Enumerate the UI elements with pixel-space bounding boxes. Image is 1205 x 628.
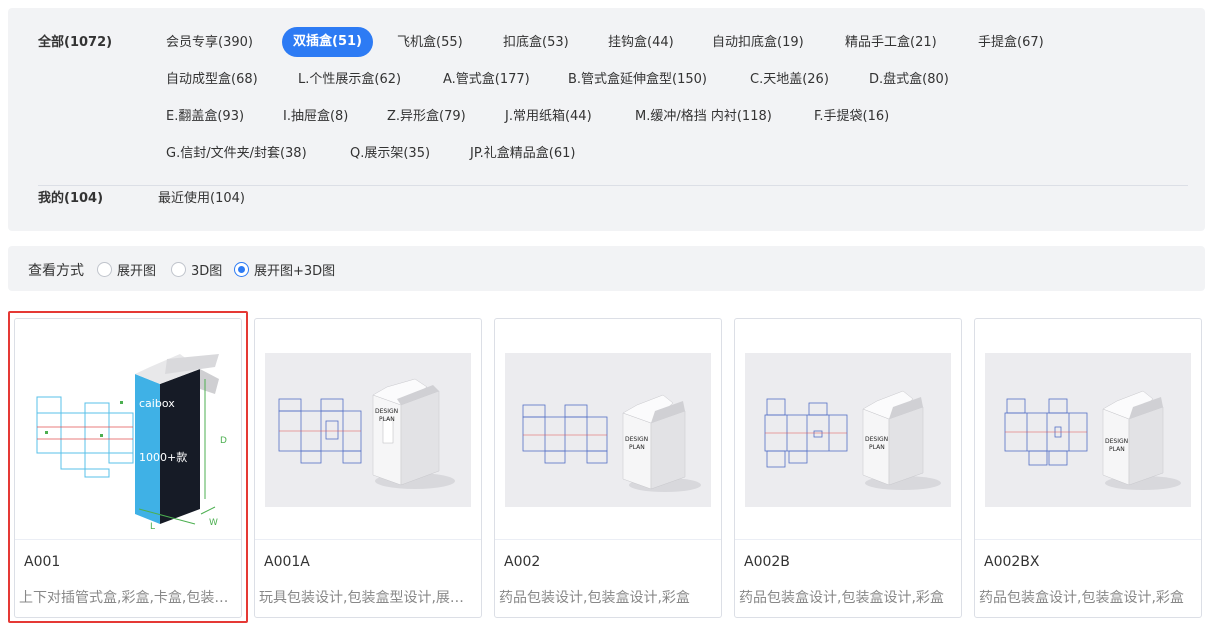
box-print-line1: DESIGN [375,408,398,415]
box-print-line1: DESIGN [625,436,648,443]
category-tag[interactable]: I.抽屉盒(8) [283,109,348,125]
dim-label-d: D [220,436,227,446]
box-card[interactable]: DESIGN PLAN A002BX 药品包装盒设计,包装盒设计,彩盒 [974,318,1202,618]
category-tag[interactable]: Q.展示架(35) [350,146,430,162]
box-description: 玩具包装设计,包装盒型设计,展示窗口 [259,590,477,606]
dieline-3d-illustration: DESIGN PLAN [764,390,941,490]
card-divider [975,539,1201,540]
category-tag[interactable]: 飞机盒(55) [397,35,463,51]
category-tag[interactable]: B.管式盒延伸盒型(150) [568,72,707,88]
category-tag[interactable]: M.缓冲/格挡 内衬(118) [635,109,772,125]
category-tag[interactable]: 精品手工盒(21) [845,35,937,51]
view-option-unfold-3d[interactable]: 展开图+3D图 [234,261,335,279]
box-thumbnail: DESIGN PLAN [985,353,1191,507]
box-badge-text: 1000+款 [139,450,187,464]
category-tag[interactable]: E.翻盖盒(93) [166,109,244,125]
box-card[interactable]: DESIGN PLAN A001A 玩具包装设计,包装盒型设计,展示窗口 [254,318,482,618]
box-description: 药品包装设计,包装盒设计,彩盒 [499,590,690,606]
category-all[interactable]: 全部(1072) [38,35,112,51]
category-tag[interactable]: L.个性展示盒(62) [298,72,401,88]
view-option-3d[interactable]: 3D图 [171,261,222,279]
box-thumbnail: DESIGN PLAN [745,353,951,507]
view-option-unfold[interactable]: 展开图 [97,261,156,279]
radio-icon[interactable] [171,261,186,277]
category-tag-active[interactable]: 双插盒(51) [282,27,373,57]
box-card[interactable]: caibox 1000+款 D L W A001 上下对插管式盒,彩盒,卡盒,包… [14,318,242,618]
category-tag[interactable]: C.天地盖(26) [750,72,829,88]
box-print-line2: PLAN [1109,446,1125,453]
dieline-3d-illustration: caibox 1000+款 D L W [36,354,227,532]
box-description: 上下对插管式盒,彩盒,卡盒,包装盒设计 [19,590,237,606]
dieline-3d-illustration: DESIGN PLAN [278,378,455,489]
box-thumbnail: caibox 1000+款 D L W [15,319,241,539]
filter-divider [38,185,1188,186]
radio-icon[interactable] [97,261,112,277]
box-print-line1: DESIGN [865,436,888,443]
box-print-line1: DESIGN [1105,438,1128,445]
box-code: A001A [264,554,310,570]
category-tag[interactable]: A.管式盒(177) [443,72,530,88]
category-tag[interactable]: G.信封/文件夹/封套(38) [166,146,307,162]
category-tag[interactable]: 挂钩盒(44) [608,35,674,51]
box-description: 药品包装盒设计,包装盒设计,彩盒 [979,590,1184,606]
box-thumbnail: DESIGN PLAN [265,353,471,507]
box-print-line2: PLAN [379,416,395,423]
category-tag[interactable]: 扣底盒(53) [503,35,569,51]
box-card[interactable]: DESIGN PLAN A002B 药品包装盒设计,包装盒设计,彩盒 [734,318,962,618]
category-tag[interactable]: F.手提袋(16) [814,109,889,125]
category-recent[interactable]: 最近使用(104) [158,191,245,207]
category-tag[interactable]: 会员专享(390) [166,35,253,51]
box-thumbnail: DESIGN PLAN [505,353,711,507]
box-print-line2: PLAN [629,444,645,451]
category-tag[interactable]: Z.异形盒(79) [387,109,466,125]
category-mine[interactable]: 我的(104) [38,191,103,207]
dim-label-l: L [150,522,155,532]
box-code: A002BX [984,554,1040,570]
card-divider [255,539,481,540]
category-tag[interactable]: D.盘式盒(80) [869,72,949,88]
category-tag[interactable]: 自动扣底盒(19) [712,35,804,51]
view-mode-bar: 查看方式 展开图 3D图 展开图+3D图 [8,246,1205,291]
box-description: 药品包装盒设计,包装盒设计,彩盒 [739,590,944,606]
brand-logo: caibox [139,397,175,410]
dieline-3d-illustration: DESIGN PLAN [522,394,701,492]
dim-label-w: W [209,518,218,528]
box-code: A002 [504,554,541,570]
box-code: A002B [744,554,790,570]
dieline-3d-illustration: DESIGN PLAN [1004,390,1181,490]
card-divider [495,539,721,540]
view-mode-label: 查看方式 [28,263,84,279]
category-tag[interactable]: 自动成型盒(68) [166,72,258,88]
category-tag[interactable]: JP.礼盒精品盒(61) [470,146,575,162]
box-print-line2: PLAN [869,444,885,451]
radio-checked-icon[interactable] [234,261,249,277]
card-divider [15,539,241,540]
category-tag[interactable]: J.常用纸箱(44) [505,109,592,125]
box-card[interactable]: DESIGN PLAN A002 药品包装设计,包装盒设计,彩盒 [494,318,722,618]
category-tag[interactable]: 手提盒(67) [978,35,1044,51]
box-code: A001 [24,554,61,570]
card-divider [735,539,961,540]
category-filter-panel: 全部(1072) 会员专享(390) 双插盒(51) 飞机盒(55) 扣底盒(5… [8,8,1205,231]
